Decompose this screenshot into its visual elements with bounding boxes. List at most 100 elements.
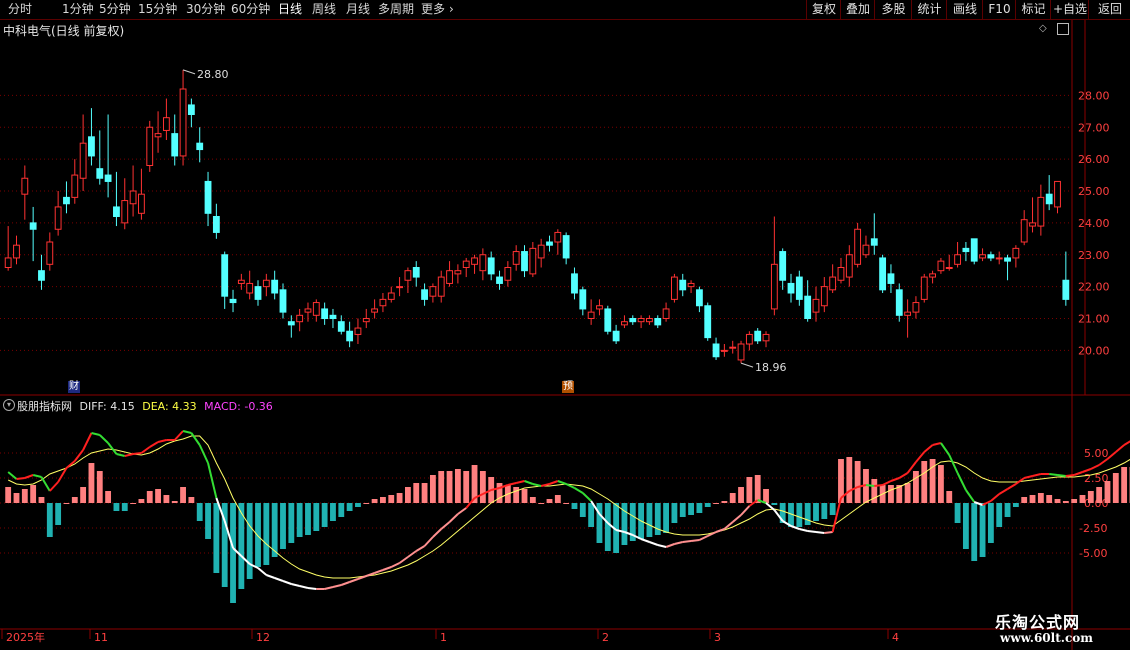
macd-bar [962,503,969,549]
candle-body [754,330,762,342]
macd-bar [388,495,395,503]
toolbar-button-1[interactable]: 叠加 [840,0,875,19]
candle-body [96,168,104,179]
diff-line-segment [16,477,25,480]
macd-bar [213,503,220,573]
period-tab-1[interactable]: 1分钟 [62,1,94,18]
macd-bar [729,493,736,503]
toolbar-button-2[interactable]: 多股 [874,0,912,19]
macd-bar [146,491,153,503]
more-chevron-icon[interactable]: › [449,1,454,18]
period-tab-2[interactable]: 5分钟 [99,1,131,18]
macd-bar [913,471,919,503]
candle-body [879,257,887,291]
candle-body [554,231,562,243]
macd-bar [380,497,386,503]
macd-bar [563,503,570,504]
price-tick-label: 24.00 [1078,217,1110,230]
macd-bar [371,499,378,503]
macd-bar [979,503,986,557]
candle-body [887,273,895,284]
candle-body [854,228,862,265]
candle-body [346,330,354,342]
candle-body [362,318,370,323]
diff-line-segment [40,476,51,492]
macd-tick-label: -2.50 [1079,522,1107,535]
candle-body [21,177,29,195]
macd-bar [1071,499,1078,503]
candle-body [862,244,870,256]
candle-body [662,308,670,319]
candle-body [63,196,70,205]
price-tick-label: 22.00 [1078,281,1110,294]
macd-bar [255,503,261,567]
candle-body [221,254,229,297]
period-tab-6[interactable]: 日线 [278,1,302,18]
period-tab-0[interactable]: 分时 [8,1,32,18]
candle-body [479,254,487,272]
financial-report-badge[interactable]: 财 [68,381,80,393]
macd-bar [180,487,186,503]
candle-body [246,282,254,294]
macd-bar [355,503,361,507]
candle-body [512,251,520,265]
watermark-title: 乐淘公式网 [995,613,1081,632]
kline-chart[interactable]: 28.0027.0026.0025.0024.0023.0022.0021.00… [0,20,1130,650]
price-tick-label: 23.00 [1078,249,1110,262]
diff-line-segment [140,446,151,454]
macd-bar [263,503,270,565]
candle-body [579,289,587,310]
macd-bar [796,503,803,527]
macd-bar [13,493,20,503]
toolbar-button-6[interactable]: 标记 [1015,0,1051,19]
toolbar-button-3[interactable]: 统计 [911,0,947,19]
macd-tick-label: 5.00 [1084,447,1109,460]
candle-body [46,241,54,265]
candle-body [621,321,628,326]
diff-line-segment [824,531,833,534]
candle-body [237,279,245,284]
candle-body [770,263,778,310]
forecast-badge[interactable]: 预 [562,381,574,393]
period-tab-9[interactable]: 多周期 [378,1,414,18]
toolbar-button-5[interactable]: F10 [982,0,1016,19]
toolbar-button-4[interactable]: 画线 [946,0,983,19]
candle-body [1020,219,1028,243]
period-tab-4[interactable]: 30分钟 [186,1,225,18]
diff-line-segment [582,492,592,502]
date-tick-label: 4 [892,631,899,644]
macd-bar [904,483,911,503]
macd-bar [688,503,694,515]
diff-line-segment [423,536,434,547]
diff-line-segment [291,583,300,587]
candle-body [845,254,853,278]
period-tab-10[interactable]: 更多 [421,1,445,18]
macd-tick-label: -5.00 [1079,547,1107,560]
candle-body [695,289,703,307]
macd-bar [671,503,678,523]
macd-bar [280,503,286,549]
candle-body [187,104,195,115]
candle-body [421,289,428,300]
candle-body [496,276,503,284]
macd-bar [588,503,595,527]
period-tab-8[interactable]: 月线 [346,1,370,18]
candle-body [54,206,62,230]
toolbar-button-7[interactable]: +自选 [1050,0,1089,19]
diff-line-segment [1032,473,1042,477]
candle-body [829,276,837,291]
period-tab-3[interactable]: 15分钟 [138,1,177,18]
macd-bar [71,497,78,503]
macd-bar [1096,487,1103,503]
diff-line-segment [948,454,959,474]
macd-bar [571,503,578,509]
diff-line-segment [690,539,700,542]
macd-bar [21,489,28,503]
toolbar-button-0[interactable]: 复权 [806,0,841,19]
candle-body [196,142,204,151]
diff-line-segment [257,567,267,576]
period-tab-5[interactable]: 60分钟 [231,1,270,18]
toolbar-button-8[interactable]: 返回 [1088,0,1130,19]
indicator-collapse-icon[interactable]: ▾ [3,399,15,411]
period-tab-7[interactable]: 周线 [312,1,336,18]
